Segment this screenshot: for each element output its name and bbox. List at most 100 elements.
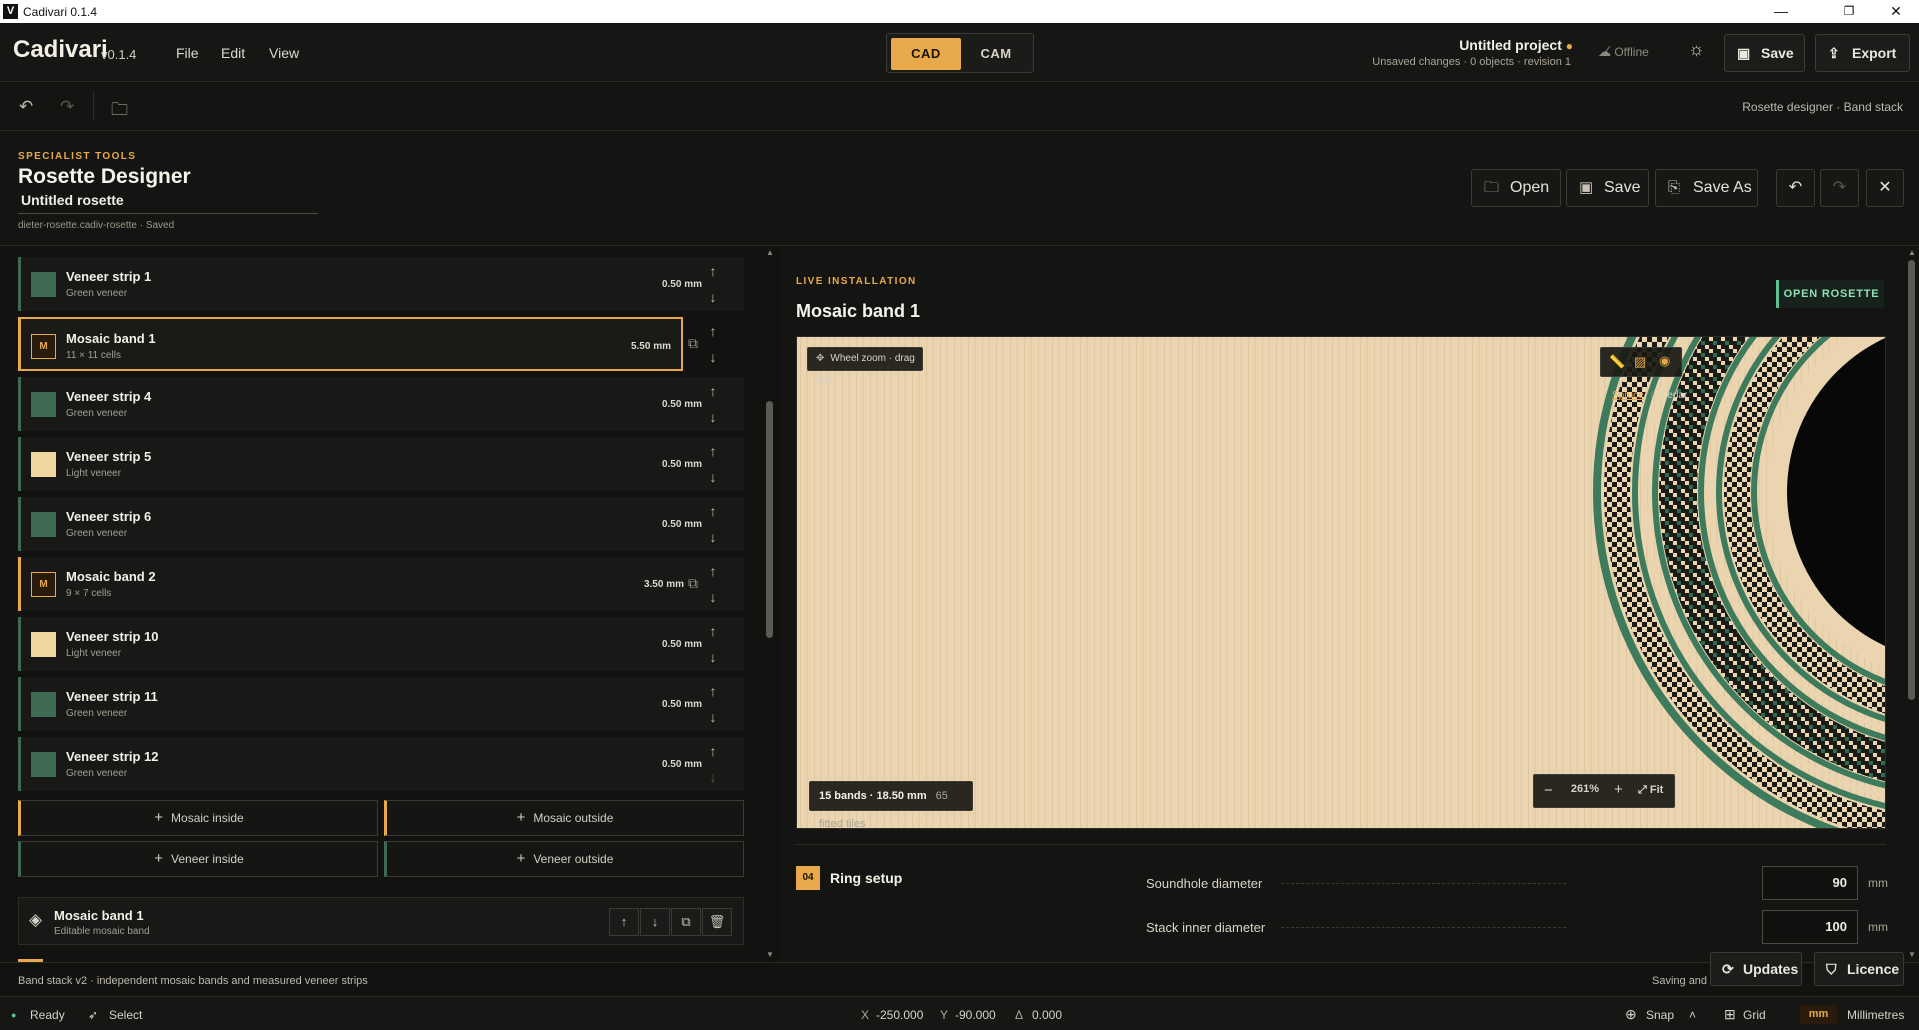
zoom-out-icon[interactable]: − <box>1544 782 1553 799</box>
updates-button[interactable]: ⟳ Updates <box>1710 952 1802 986</box>
arrow-down-icon[interactable]: ↓ <box>698 765 728 790</box>
close-window-icon[interactable]: ✕ <box>1873 0 1919 23</box>
arrow-up-icon[interactable]: ↑ <box>698 439 728 464</box>
chevron-up-icon[interactable]: ˄ <box>1689 1008 1696 1022</box>
bands-summary: 15 bands · 18.50 mm 65 fitted tiles <box>809 781 973 828</box>
designer-redo-button[interactable]: ↷ <box>1820 169 1859 207</box>
wood-spruce[interactable]: Spruce <box>1612 390 1644 401</box>
status-bar: ● Ready ➶ Select X -250.000 Y -90.000 Δ … <box>0 996 1919 1030</box>
wood-selector: Spruce / Cedar <box>1612 390 1687 401</box>
duplicate-button[interactable]: ⧉ <box>671 908 701 936</box>
arrow-up-icon[interactable]: ↑ <box>698 559 728 584</box>
open-rosette-button[interactable]: OPEN ROSETTE <box>1776 280 1884 308</box>
arrow-down-icon[interactable]: ↓ <box>698 585 728 610</box>
duplicate-icon[interactable]: ⧉ <box>688 575 698 592</box>
zoom-controls: − 261% + ⤢ Fit <box>1533 774 1675 808</box>
breadcrumb: Rosette designer · Band stack <box>1742 100 1903 114</box>
arrow-down-icon[interactable]: ↓ <box>698 525 728 550</box>
image-icon[interactable]: ▨ <box>1634 354 1646 370</box>
scroll-down-icon: ▼ <box>1908 950 1916 959</box>
band-row[interactable]: Veneer strip 6 Green veneer 0.50 mm <box>18 497 744 551</box>
menu-view[interactable]: View <box>269 45 299 61</box>
unit-badge[interactable]: mm <box>1800 1005 1837 1024</box>
arrow-up-icon[interactable]: ↑ <box>698 739 728 764</box>
cloud-off-icon: ☁̸ <box>1598 44 1611 59</box>
band-row[interactable]: Veneer strip 12 Green veneer 0.50 mm <box>18 737 744 791</box>
arrow-up-icon[interactable]: ↑ <box>698 259 728 284</box>
band-row[interactable]: Veneer strip 1 Green veneer 0.50 mm <box>18 257 744 311</box>
band-row[interactable]: Veneer strip 10 Light veneer 0.50 mm <box>18 617 744 671</box>
add-veneer-outside-button[interactable]: + Veneer outside <box>384 841 744 877</box>
designer-save-button[interactable]: ▣ Save <box>1566 169 1649 207</box>
field-leader <box>1281 927 1566 928</box>
snap-toggle[interactable]: Snap <box>1646 1008 1674 1022</box>
open-folder-icon[interactable]: 🗀 <box>111 97 128 126</box>
ready-dot-icon: ● <box>11 1010 17 1020</box>
snap-icon[interactable]: ⊕ <box>1625 1006 1637 1023</box>
fit-button[interactable]: ⤢ Fit <box>1638 784 1663 797</box>
menu-file[interactable]: File <box>176 45 199 61</box>
band-row[interactable]: Veneer strip 5 Light veneer 0.50 mm <box>18 437 744 491</box>
grid-icon[interactable]: ⊞ <box>1724 1006 1736 1023</box>
arrow-down-icon[interactable]: ↓ <box>698 705 728 730</box>
offline-status: ☁̸ Offline <box>1598 44 1649 59</box>
arrow-down-icon[interactable]: ↓ <box>698 345 728 370</box>
arrow-up-icon[interactable]: ↑ <box>698 619 728 644</box>
expand-icon: ⤢ <box>1638 784 1647 796</box>
licence-button[interactable]: ⛉ Licence <box>1814 952 1904 986</box>
arrow-up-icon[interactable]: ↑ <box>698 319 728 344</box>
designer-open-button[interactable]: 🗀 Open <box>1471 169 1561 207</box>
arrow-up-icon: ↑ <box>620 914 628 929</box>
band-thickness: 0.50 mm <box>661 459 702 470</box>
mode-cam-button[interactable]: CAM <box>961 38 1031 70</box>
veneer-swatch <box>31 632 56 657</box>
add-mosaic-inside-button[interactable]: + Mosaic inside <box>18 800 378 836</box>
header-save-button[interactable]: ▣ Save <box>1724 34 1805 72</box>
arrow-down-icon[interactable]: ↓ <box>698 465 728 490</box>
arrow-up-icon[interactable]: ↑ <box>698 379 728 404</box>
restore-icon[interactable]: ❐ <box>1826 0 1872 23</box>
right-scrollbar[interactable]: ▲ ▼ <box>1906 246 1918 962</box>
designer-close-button[interactable]: ✕ <box>1866 169 1904 207</box>
soundhole-diameter-input[interactable]: 90 <box>1762 866 1858 900</box>
band-sub: 11 × 11 cells <box>66 350 121 361</box>
band-row[interactable]: Veneer strip 4 Green veneer 0.50 mm <box>18 377 744 431</box>
mode-cad-button[interactable]: CAD <box>891 38 961 70</box>
grid-toggle[interactable]: Grid <box>1743 1008 1766 1022</box>
theme-toggle-icon[interactable]: ☼ <box>1688 39 1705 60</box>
arrow-up-icon[interactable]: ↑ <box>698 679 728 704</box>
band-row[interactable]: M Mosaic band 1 11 × 11 cells 5.50 mm <box>18 317 683 371</box>
stack-inner-diameter-input[interactable]: 100 <box>1762 910 1858 944</box>
move-up-button[interactable]: ↑ <box>609 908 639 936</box>
band-row[interactable]: Veneer strip 11 Green veneer 0.50 mm <box>18 677 744 731</box>
rosette-name-field[interactable]: Untitled rosette <box>18 192 318 214</box>
arrow-up-icon[interactable]: ↑ <box>698 499 728 524</box>
left-scrollbar[interactable]: ▲ ▼ <box>764 246 776 962</box>
scroll-up-icon: ▲ <box>1908 248 1916 257</box>
arrow-down-icon[interactable]: ↓ <box>698 405 728 430</box>
add-veneer-inside-button[interactable]: + Veneer inside <box>18 841 378 877</box>
zoom-in-icon[interactable]: + <box>1614 781 1623 798</box>
arrow-down-icon[interactable]: ↓ <box>698 645 728 670</box>
band-row[interactable]: M Mosaic band 2 9 × 7 cells 3.50 mm <box>18 557 744 611</box>
band-thickness: 5.50 mm <box>630 341 671 352</box>
header-export-button[interactable]: ⇪ Export <box>1815 34 1910 72</box>
menu-edit[interactable]: Edit <box>221 45 245 61</box>
rosette-preview-canvas[interactable]: ✥ Wheel zoom · drag pan 📏 ▨ ◉ Spruce / Ce… <box>796 336 1886 829</box>
redo-icon[interactable]: ↷ <box>60 97 74 117</box>
designer-undo-button[interactable]: ↶ <box>1776 169 1815 207</box>
undo-icon[interactable]: ↶ <box>19 97 33 117</box>
measure-icon[interactable]: 📏 <box>1609 354 1625 370</box>
plus-icon: + <box>516 809 526 826</box>
eye-icon[interactable]: ◉ <box>1659 353 1670 369</box>
delete-button[interactable]: 🗑 <box>702 908 732 936</box>
band-sub: Light veneer <box>66 648 122 659</box>
move-down-button[interactable]: ↓ <box>640 908 670 936</box>
undo-icon: ↶ <box>1788 179 1803 196</box>
wood-cedar[interactable]: Cedar <box>1660 390 1687 401</box>
designer-save-as-button[interactable]: ⎘ Save As <box>1655 169 1758 207</box>
arrow-down-icon[interactable]: ↓ <box>698 285 728 310</box>
duplicate-icon[interactable]: ⧉ <box>688 335 698 352</box>
minimize-icon[interactable]: — <box>1758 0 1804 23</box>
add-mosaic-outside-button[interactable]: + Mosaic outside <box>384 800 744 836</box>
